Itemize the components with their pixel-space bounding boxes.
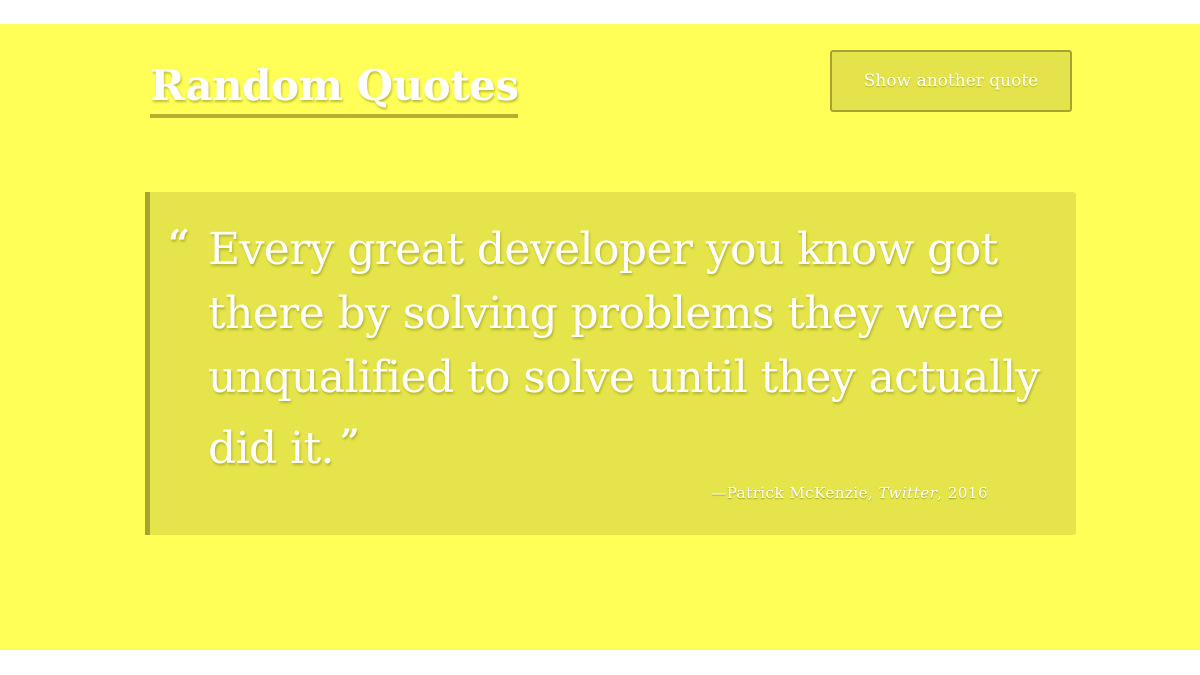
year-separator: ,: [937, 484, 948, 502]
quote-text: “ Every great developer you know got ther…: [168, 218, 1068, 481]
show-another-quote-button[interactable]: Show another quote: [830, 50, 1072, 112]
site-title-link[interactable]: Random Quotes: [150, 60, 519, 118]
quote-source: Twitter: [878, 484, 938, 502]
open-quote-icon: “: [168, 221, 190, 266]
quote-attribution: —Patrick McKenzie, Twitter, 2016: [711, 484, 988, 502]
quote-box: “ Every great developer you know got ther…: [145, 192, 1076, 535]
quote-body: Every great developer you know got there…: [208, 224, 1040, 474]
close-quote-icon: ”: [339, 422, 360, 462]
page-background: Random Quotes Show another quote “ Every …: [0, 24, 1200, 650]
quote-author: Patrick McKenzie: [726, 484, 868, 502]
author-separator: ,: [868, 484, 879, 502]
quote-year: 2016: [947, 484, 988, 502]
attribution-dash: —: [711, 484, 727, 502]
